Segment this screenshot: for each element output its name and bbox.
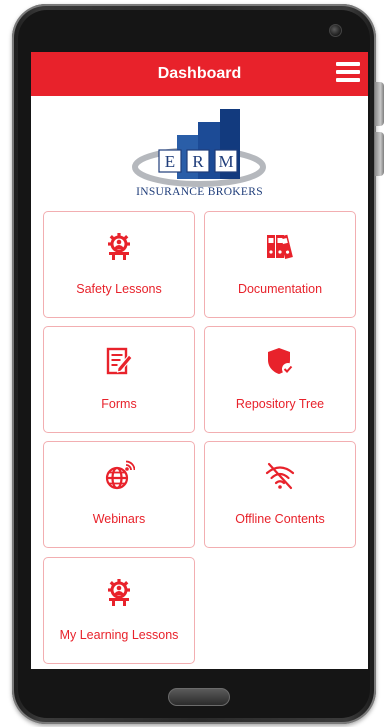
tile-label: Repository Tree [235,397,325,411]
binders-icon [267,234,293,259]
tile-safety-lessons[interactable]: Safety Lessons [43,211,195,318]
tile-label: Offline Contents [235,512,325,526]
volume-down-button[interactable] [375,132,384,176]
tile-label: Webinars [92,512,146,526]
tile-offline-contents[interactable]: Offline Contents [204,441,356,548]
tile-webinars[interactable]: Webinars [43,441,195,548]
wifi-off-icon [265,462,295,490]
tile-repository-tree[interactable]: Repository Tree [204,326,356,433]
shield-check-icon [268,348,294,375]
globe-signal-icon [105,460,135,490]
tile-documentation[interactable]: Documentation [204,211,356,318]
logo-letter-r: R [192,152,204,171]
tile-my-learning-lessons[interactable]: My Learning Lessons [43,557,195,664]
page-title: Dashboard [157,65,242,82]
form-pencil-icon [106,347,133,375]
volume-up-button[interactable] [375,82,384,126]
tile-label: Forms [101,397,137,411]
logo-tagline: INSURANCE BROKERS [136,186,263,198]
app-screen: Dashboard E R M INSURANCE BROKERS Safety… [31,52,368,669]
tile-label: Documentation [237,282,323,296]
tile-label: My Learning Lessons [59,628,179,642]
hamburger-menu-icon[interactable] [336,62,360,84]
gear-person-icon [108,579,130,606]
front-camera [329,24,342,37]
gear-person-icon [108,233,130,260]
logo-letter-m: M [218,152,233,171]
logo-letter-e: E [165,152,175,171]
home-button[interactable] [168,688,230,706]
tile-forms[interactable]: Forms [43,326,195,433]
app-header: Dashboard [31,52,368,96]
tile-label: Safety Lessons [76,282,162,296]
